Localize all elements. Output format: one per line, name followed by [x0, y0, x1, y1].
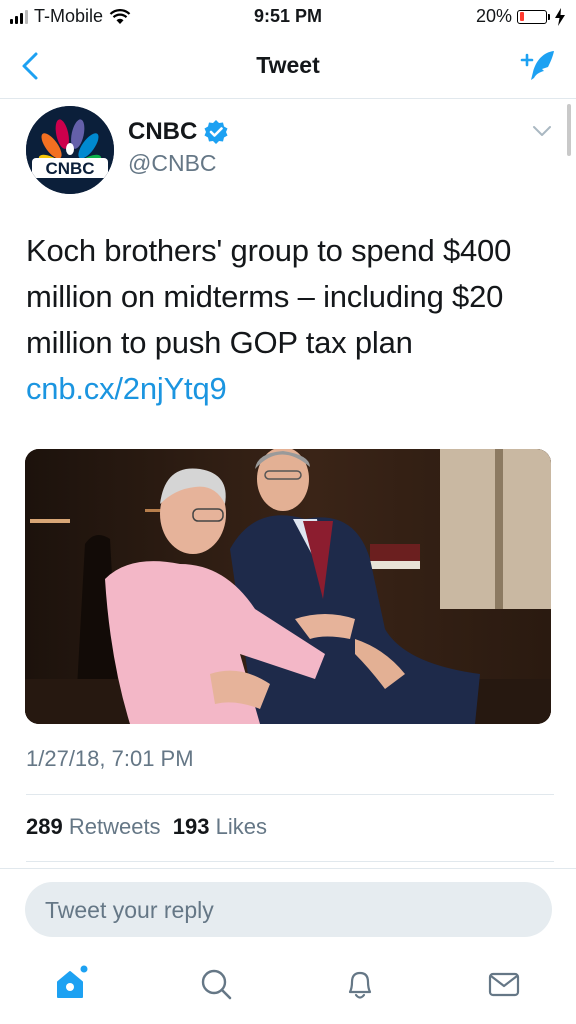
- retweets-stat[interactable]: 289 Retweets: [26, 814, 161, 839]
- home-icon[interactable]: [50, 964, 90, 1004]
- author-name[interactable]: CNBC: [128, 118, 229, 146]
- avatar-label: CNBC: [45, 159, 94, 178]
- author-name-text: CNBC: [128, 118, 198, 145]
- bell-icon[interactable]: [340, 964, 380, 1004]
- nav-bar: Tweet: [0, 34, 576, 99]
- likes-label: Likes: [215, 814, 267, 839]
- battery-percent: 20%: [475, 6, 512, 26]
- status-right: 20%: [476, 6, 566, 27]
- retweets-count: 289: [26, 814, 63, 839]
- search-icon[interactable]: [196, 964, 236, 1004]
- battery-cap: [548, 13, 550, 20]
- tweet-photo[interactable]: [25, 449, 551, 724]
- photo-image: [25, 449, 551, 724]
- reply-input[interactable]: Tweet your reply: [25, 882, 552, 937]
- status-bar: T-Mobile 9:51 PM 20%: [0, 0, 576, 34]
- avatar[interactable]: CNBC: [26, 106, 114, 194]
- cnbc-logo-icon: CNBC: [26, 106, 114, 194]
- reply-placeholder: Tweet your reply: [45, 897, 214, 923]
- tweet-body: Koch brothers' group to spend $400 milli…: [26, 233, 512, 360]
- likes-count: 193: [172, 814, 210, 839]
- tweet-timestamp: 1/27/18, 7:01 PM: [26, 746, 194, 771]
- scroll-indicator[interactable]: [567, 104, 571, 156]
- chevron-down-icon[interactable]: [532, 124, 552, 138]
- retweets-label: Retweets: [68, 814, 161, 839]
- charging-bolt-icon: [555, 7, 565, 26]
- tab-bar: [0, 952, 576, 1024]
- mail-icon[interactable]: [484, 964, 524, 1004]
- compose-tweet-icon[interactable]: [518, 46, 558, 86]
- likes-stat[interactable]: 193 Likes: [173, 814, 267, 839]
- reply-bar-border: [0, 868, 576, 869]
- page-title: Tweet: [256, 52, 320, 78]
- divider: [26, 861, 554, 862]
- battery-level: [519, 12, 525, 21]
- author-handle[interactable]: @CNBC: [128, 150, 217, 177]
- verified-badge-icon: [204, 120, 228, 144]
- tweet-stats: 289 Retweets 193 Likes: [26, 814, 267, 840]
- tweet-text: Koch brothers' group to spend $400 milli…: [26, 228, 566, 412]
- battery-icon: [517, 9, 547, 24]
- divider: [26, 794, 554, 795]
- tweet-link[interactable]: cnb.cx/2njYtq9: [26, 371, 227, 406]
